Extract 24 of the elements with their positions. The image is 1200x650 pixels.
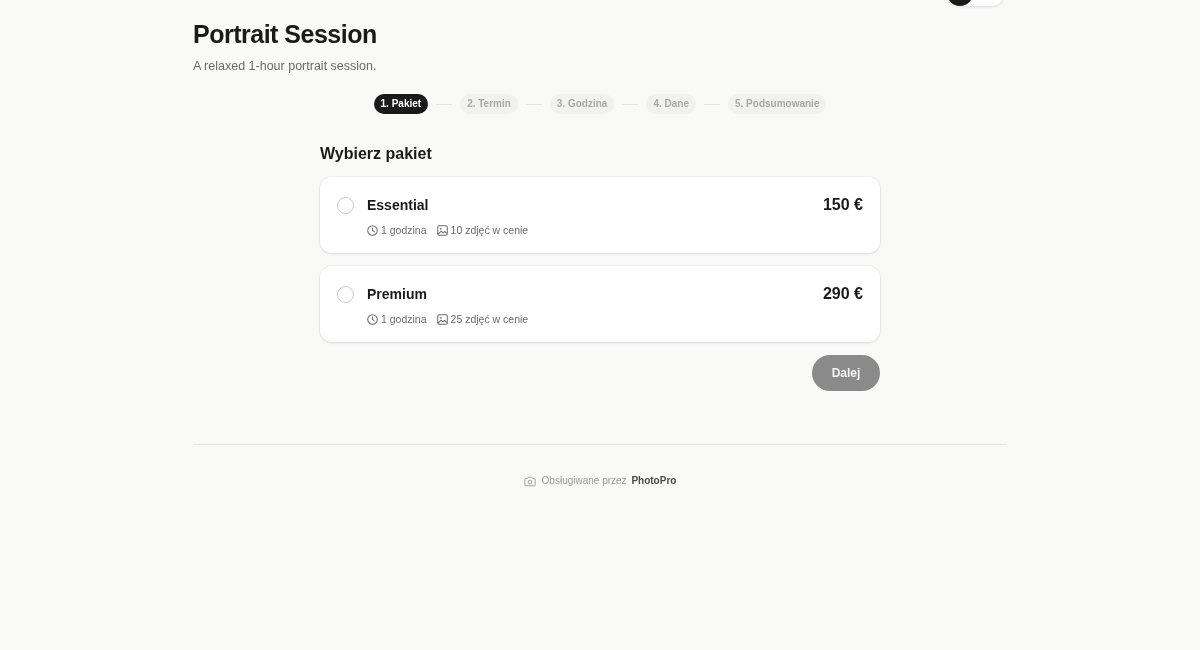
camera-icon [523,475,536,487]
image-icon [436,313,448,325]
duration-text: 1 godzina [381,223,427,237]
powered-by-text: Obsługiwane przez PhotoPro [541,474,677,488]
package-card[interactable]: Essential 150 € 1 godzina 10 zdjęć w cenie [320,177,880,253]
clock-icon [367,313,378,325]
photos-included-text: 25 zdjęć w cenie [450,312,529,326]
page-subtitle: A relaxed 1-hour portrait session. [193,58,377,74]
duration-text: 1 godzina [381,312,427,326]
page-title: Portrait Session [193,19,377,50]
section-heading: Wybierz pakiet [320,144,433,164]
photos-included-text: 10 zdjęć w cenie [450,223,529,237]
step-tab[interactable]: 2. Termin [460,94,518,114]
step-tab[interactable]: 1. Pakiet [373,94,429,114]
clock-icon [367,224,378,236]
step-tab[interactable]: 4. Dane [646,94,696,114]
package-name: Premium [367,285,427,303]
image-icon [436,224,448,236]
package-card[interactable]: Premium 290 € 1 godzina 25 zdjęć w cenie [320,266,880,342]
package-price: 290 € [822,285,863,303]
package-price: 150 € [822,196,863,214]
package-name: Essential [367,196,429,214]
step-tab[interactable]: 3. Godzina [549,94,615,114]
step-tab[interactable]: 5. Podsumowanie [728,94,827,114]
